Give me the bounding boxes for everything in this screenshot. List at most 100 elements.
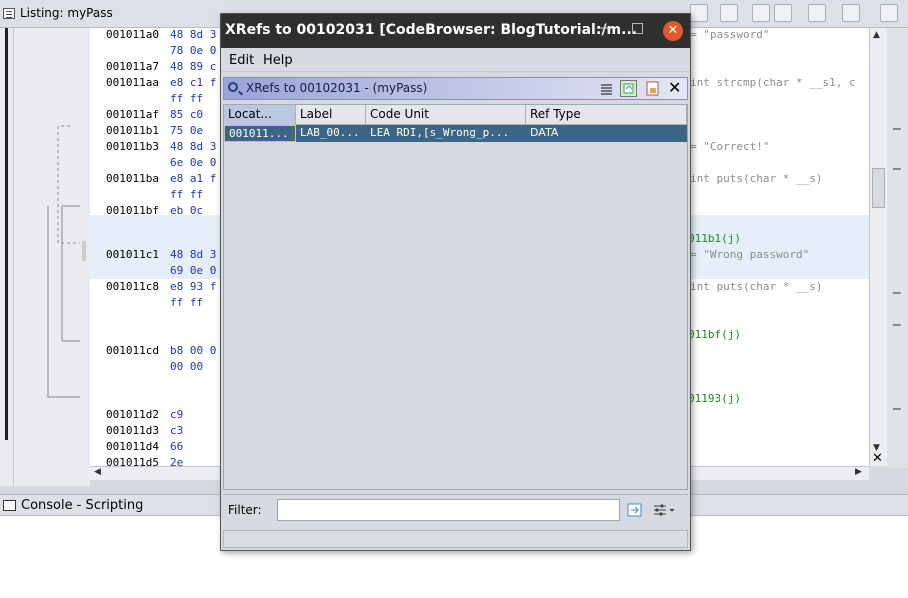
row-bytes[interactable]: 6e 0e 0: [170, 156, 216, 169]
row-address[interactable]: 001011ba: [106, 172, 159, 185]
dialog-title-bar[interactable]: XRefs to 00102031 [CodeBrowser: BlogTuto…: [221, 14, 690, 48]
edit-icon[interactable]: [774, 4, 792, 22]
close-button[interactable]: ✕: [663, 21, 683, 41]
cell-location[interactable]: 001011...: [224, 125, 296, 142]
row-address[interactable]: 001011af: [106, 108, 159, 121]
row-address[interactable]: 001011a7: [106, 60, 159, 73]
left-gutter: [0, 28, 14, 486]
flow-arrows: [14, 28, 90, 486]
row-bytes[interactable]: eb 0c: [170, 204, 203, 217]
listing-title: Listing: myPass: [20, 6, 113, 20]
column-label[interactable]: Label: [296, 105, 366, 125]
row-bytes[interactable]: 48 8d 3: [170, 28, 216, 41]
column-code-unit[interactable]: Code Unit: [366, 105, 526, 125]
xrefs-dialog: XRefs to 00102031 [CodeBrowser: BlogTuto…: [220, 13, 691, 551]
row-bytes[interactable]: 69 0e 0: [170, 264, 216, 277]
row-bytes[interactable]: ff ff: [170, 296, 203, 309]
filter-bar: Filter:: [223, 494, 688, 524]
row-comment: int strcmp(char * __s1, c: [690, 76, 856, 89]
filter-apply-icon[interactable]: [627, 502, 643, 518]
listing-icon: [3, 8, 15, 19]
close-icon[interactable]: ✕: [872, 451, 883, 466]
row-comment: int puts(char * __s): [690, 172, 823, 185]
console-icon: [3, 500, 16, 511]
xref-label[interactable]: 011bf(j): [688, 328, 741, 341]
console-title: Console - Scripting: [21, 498, 144, 513]
dialog-title: XRefs to 00102031 [CodeBrowser: BlogTuto…: [225, 22, 638, 38]
row-comment: = "Wrong password": [690, 248, 810, 261]
dialog-menu-bar: Edit Help: [221, 48, 690, 72]
row-bytes[interactable]: 00 00: [170, 360, 203, 373]
scroll-left-icon[interactable]: ◀: [94, 467, 101, 477]
row-bytes[interactable]: ff ff: [170, 188, 203, 201]
filter-options-icon[interactable]: [653, 502, 675, 518]
row-address[interactable]: 001011aa: [106, 76, 159, 89]
status-bar: [223, 530, 688, 548]
row-comment: int puts(char * __s): [690, 280, 823, 293]
row-address[interactable]: 001011cd: [106, 344, 159, 357]
export-icon[interactable]: [644, 80, 661, 97]
xrefs-subtitle: XRefs to 00102031 - (myPass): [246, 81, 428, 95]
navigation-icon[interactable]: [752, 4, 770, 22]
row-bytes[interactable]: 48 8d 3: [170, 248, 216, 261]
layout-icon[interactable]: [842, 4, 860, 22]
column-location[interactable]: Locat...: [224, 105, 296, 125]
row-address[interactable]: 001011d3: [106, 424, 159, 437]
row-address[interactable]: 001011c1: [106, 248, 159, 261]
scroll-up-icon[interactable]: ▲: [873, 30, 880, 40]
list-icon[interactable]: [598, 80, 615, 97]
cell-label[interactable]: LAB_00...: [296, 125, 366, 142]
row-bytes[interactable]: 66: [170, 440, 183, 453]
row-bytes[interactable]: 48 8d 3: [170, 140, 216, 153]
xrefs-table[interactable]: Locat... Label Code Unit Ref Type 001011…: [223, 104, 688, 490]
row-address[interactable]: 001011b1: [106, 124, 159, 137]
scroll-right-icon[interactable]: ▶: [855, 467, 862, 477]
cell-code-unit[interactable]: LEA RDI,[s_Wrong_p...: [366, 125, 526, 142]
row-comment: = "password": [690, 28, 770, 41]
scroll-thumb[interactable]: [872, 168, 885, 208]
refresh-icon[interactable]: [620, 80, 637, 97]
row-bytes[interactable]: e8 c1 f: [170, 76, 216, 89]
close-listing-icon[interactable]: [880, 4, 898, 22]
row-comment: = "Correct!": [690, 140, 770, 153]
row-bytes[interactable]: ff ff: [170, 92, 203, 105]
column-ref-type[interactable]: Ref Type: [526, 105, 687, 125]
row-bytes[interactable]: 75 0e: [170, 124, 203, 137]
xref-label[interactable]: 011b1(j): [688, 232, 741, 245]
close-icon[interactable]: ✕: [668, 78, 681, 97]
minimize-button[interactable]: —: [599, 20, 613, 36]
xref-label[interactable]: 01193(j): [688, 392, 741, 405]
table-header: Locat... Label Code Unit Ref Type: [224, 105, 687, 125]
row-bytes[interactable]: e8 a1 f: [170, 172, 216, 185]
xrefs-subtitle-bar: XRefs to 00102031 - (myPass) ✕: [223, 77, 688, 100]
row-bytes[interactable]: 85 c0: [170, 108, 203, 121]
filter-input[interactable]: [277, 499, 620, 521]
cell-ref-type[interactable]: DATA: [526, 125, 687, 142]
table-row[interactable]: 001011... LAB_00... LEA RDI,[s_Wrong_p..…: [224, 125, 687, 142]
row-bytes[interactable]: c3: [170, 424, 183, 437]
row-address[interactable]: 001011b3: [106, 140, 159, 153]
row-bytes[interactable]: b8 00 0: [170, 344, 216, 357]
row-address[interactable]: 001011d4: [106, 440, 159, 453]
menu-help[interactable]: Help: [263, 53, 293, 68]
row-address[interactable]: 001011bf: [106, 204, 159, 217]
filter-label: Filter:: [228, 503, 262, 517]
row-bytes[interactable]: c9: [170, 408, 183, 421]
cursor-icon[interactable]: [720, 4, 738, 22]
vertical-scrollbar[interactable]: ▲ ▼: [869, 28, 887, 466]
row-address[interactable]: 001011d5: [106, 456, 159, 466]
snapshot-icon[interactable]: [808, 4, 826, 22]
copy-icon[interactable]: [690, 4, 708, 22]
menu-edit[interactable]: Edit: [229, 53, 254, 68]
row-address[interactable]: 001011d2: [106, 408, 159, 421]
row-bytes[interactable]: 2e: [170, 456, 183, 466]
row-bytes[interactable]: 78 0e 0: [170, 44, 216, 57]
overview-strip: [887, 28, 908, 468]
maximize-button[interactable]: □: [631, 20, 644, 36]
search-icon: [228, 82, 238, 92]
row-address[interactable]: 001011a0: [106, 28, 159, 41]
row-bytes[interactable]: 48 89 c: [170, 60, 216, 73]
listing-toolbar: [690, 4, 906, 24]
row-bytes[interactable]: e8 93 f: [170, 280, 216, 293]
row-address[interactable]: 001011c8: [106, 280, 159, 293]
